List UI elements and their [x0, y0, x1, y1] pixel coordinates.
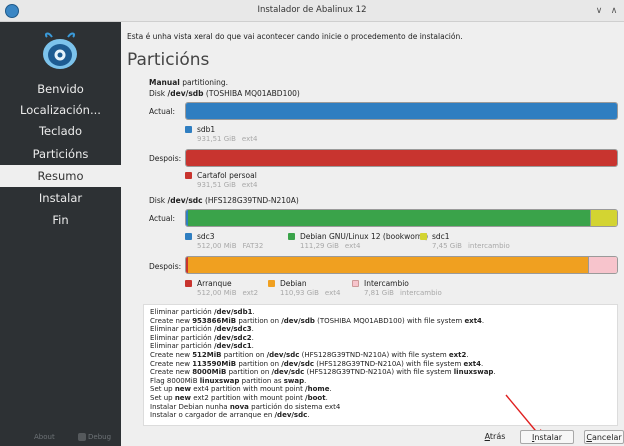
page-title: Particións [127, 50, 210, 70]
install-button[interactable]: Instalar [520, 430, 574, 444]
sidebar-item-resumo: Resumo [0, 165, 121, 187]
disk1-actual-bar [185, 102, 618, 120]
legend-label: Intercambio [364, 279, 409, 288]
sidebar-item-fin: Fin [52, 213, 69, 227]
maximize-icon[interactable]: ∧ [607, 4, 621, 18]
partition-segment [589, 210, 617, 226]
sidebar-item-instalar: Instalar [38, 191, 83, 205]
summary-line: Create new 113590MiB partition on /dev/s… [150, 359, 484, 368]
disk1-actual-label: Actual: [149, 107, 176, 116]
disk2-after-label: Despois: [149, 262, 182, 271]
legend-swatch [288, 233, 295, 240]
legend-swatch [185, 233, 192, 240]
title-bar: Instalador de Abalinux 12 ∨ ∧ [0, 0, 624, 22]
summary-line: Eliminar partición /dev/sdc2. [150, 333, 254, 342]
summary-line: Eliminar partición /dev/sdc3. [150, 325, 254, 334]
legend-label: Debian [280, 279, 307, 288]
disk2-label: Disk /dev/sdc (HFS128G39TND-N210A) [149, 196, 299, 205]
summary-line: Create new 8000MiB partition on /dev/sdc… [150, 368, 496, 377]
disk1-after-bar [185, 149, 618, 167]
partition-segment [187, 210, 590, 226]
cancel-button[interactable]: Cancelar [584, 430, 624, 444]
legend-swatch [185, 172, 192, 179]
legend-swatch [420, 233, 427, 240]
disk2-actual-label: Actual: [149, 214, 176, 223]
debug-toggle[interactable] [78, 433, 86, 441]
disk2-actual-bar [185, 209, 618, 227]
debug-label[interactable]: Debug [88, 433, 111, 441]
minimize-icon[interactable]: ∨ [592, 4, 606, 18]
back-button[interactable]: Atrás [478, 430, 512, 444]
window-title: Instalador de Abalinux 12 [257, 5, 367, 15]
legend-label: sdc3 [197, 232, 215, 241]
disk1-after-label: Despois: [149, 154, 182, 163]
partition-segment [187, 257, 589, 273]
summary-line: Create new 953866MiB partition on /dev/s… [150, 316, 485, 325]
intro-text: Esta é unha vista xeral do que vai acont… [127, 32, 463, 41]
partition-segment [186, 150, 617, 166]
legend-label: sdb1 [197, 125, 216, 134]
legend-label: sdc1 [432, 232, 450, 241]
sidebar-item-particions: Particións [32, 147, 89, 161]
legend-label: Cartafol persoal [197, 171, 257, 180]
partitioning-mode: Manual partitioning. [149, 78, 228, 87]
mode-rest: partitioning. [179, 78, 229, 87]
legend-label: Arranque [197, 279, 232, 288]
summary-line: Create new 512MiB partition on /dev/sdc … [150, 350, 469, 359]
partition-segment [186, 103, 617, 119]
summary-line: Eliminar partición /dev/sdc1. [150, 342, 254, 351]
legend-swatch [185, 280, 192, 287]
about-button[interactable]: About [34, 433, 55, 441]
distro-logo [43, 32, 77, 69]
legend-swatch [185, 126, 192, 133]
sidebar: Benvido Localización... Teclado Partició… [0, 22, 121, 446]
disk2-after-bar [185, 256, 618, 274]
legend-swatch [268, 280, 275, 287]
legend-label: Debian GNU/Linux 12 (bookworm) [300, 232, 429, 241]
sidebar-footer: About Debug [0, 432, 121, 444]
sidebar-item-teclado: Teclado [38, 124, 83, 138]
summary-line: Eliminar partición /dev/sdb1. [150, 308, 255, 316]
mode-bold: Manual [149, 78, 180, 87]
sidebar-item-benvido: Benvido [37, 82, 84, 96]
sidebar-item-localizacion: Localización... [20, 103, 101, 117]
summary-line: Flag 8000MiB linuxswap partition as swap… [150, 376, 307, 385]
legend-swatch [352, 280, 359, 287]
partition-segment [588, 257, 617, 273]
disk1-label: Disk /dev/sdb (TOSHIBA MQ01ABD100) [149, 89, 300, 98]
